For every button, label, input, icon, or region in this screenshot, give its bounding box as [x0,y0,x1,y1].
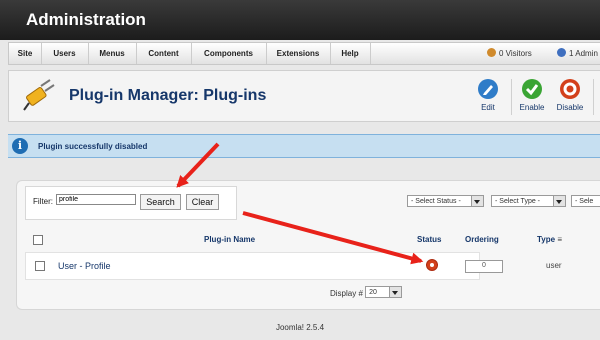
plugin-type: user [546,261,562,270]
display-select[interactable]: 20 [365,286,403,298]
row-checkbox[interactable] [35,261,45,271]
display-limit: Display # 20 [330,284,403,298]
admin-title: Administration [26,10,146,29]
type-column-header[interactable]: Type ≡ [537,235,562,244]
table-row: User - Profile 0 [25,252,503,280]
admin-header: Administration [0,0,600,40]
name-column-header[interactable]: Plug-in Name [204,235,255,244]
table-header: Plug-in Name Status Ordering Type ≡ [25,233,600,247]
plugin-icon [23,79,55,111]
info-icon: i [12,138,28,154]
menu-site[interactable]: Site [9,43,42,64]
clear-button[interactable]: Clear [186,194,219,210]
check-icon [522,79,542,99]
visitors-icon [487,48,496,57]
admins-count: 1 Admin [569,49,598,58]
filter-bar: Filter: Search Clear [25,186,237,220]
admins-icon [557,48,566,57]
filter-label: Filter: [33,197,53,206]
message-text: Plugin successfully disabled [38,142,148,151]
edit-label: Edit [481,103,495,112]
display-label: Display # [330,289,363,298]
status-select[interactable]: - Select Status - [407,195,484,207]
footer-version: Joomla! 2.5.4 [275,323,325,332]
page-title: Plug-in Manager: Plug-ins [69,87,267,104]
toolbar-divider [593,79,594,115]
visitors-count: 0 Visitors [499,49,532,58]
third-select[interactable]: - Sele [571,195,600,207]
disabled-status-icon[interactable] [427,260,437,270]
toolbar: Plug-in Manager: Plug-ins Edit Enable Di… [8,70,600,122]
ordering-input[interactable]: 0 [465,260,503,273]
search-button[interactable]: Search [140,194,181,210]
ordering-column-header[interactable]: Ordering [465,235,499,244]
type-select-value: - Select Type - [495,198,541,205]
chevron-down-icon [553,196,565,206]
select-all-checkbox[interactable] [33,235,43,245]
pencil-icon [478,79,498,99]
main-menu: Site Users Menus Content Components Exte… [8,42,600,65]
enable-label: Enable [519,103,545,112]
plugin-name-link[interactable]: User - Profile [58,261,111,271]
toolbar-divider [511,79,512,115]
visitors-status: 0 Visitors [487,48,532,58]
enable-button[interactable]: Enable [515,79,549,112]
type-select[interactable]: - Select Type - [491,195,566,207]
menu-users[interactable]: Users [41,43,89,64]
chevron-down-icon [471,196,483,206]
menu-components[interactable]: Components [191,43,267,64]
third-select-value: - Sele [575,198,594,205]
menu-menus[interactable]: Menus [88,43,137,64]
disable-circle-icon [560,79,580,99]
sort-icon: ≡ [557,235,562,244]
menu-help[interactable]: Help [330,43,371,64]
status-select-value: - Select Status - [411,198,461,205]
edit-button[interactable]: Edit [471,79,505,112]
chevron-down-icon [389,287,402,297]
menu-extensions[interactable]: Extensions [266,43,331,64]
type-header-label: Type [537,235,556,244]
status-column-header[interactable]: Status [417,235,441,244]
system-message: i Plugin successfully disabled [8,134,600,158]
admins-status: 1 Admin [557,48,598,58]
filter-input[interactable] [56,194,136,205]
display-select-value: 20 [369,289,377,296]
menu-content[interactable]: Content [136,43,192,64]
disable-button[interactable]: Disable [553,79,587,112]
disable-label: Disable [556,103,584,112]
